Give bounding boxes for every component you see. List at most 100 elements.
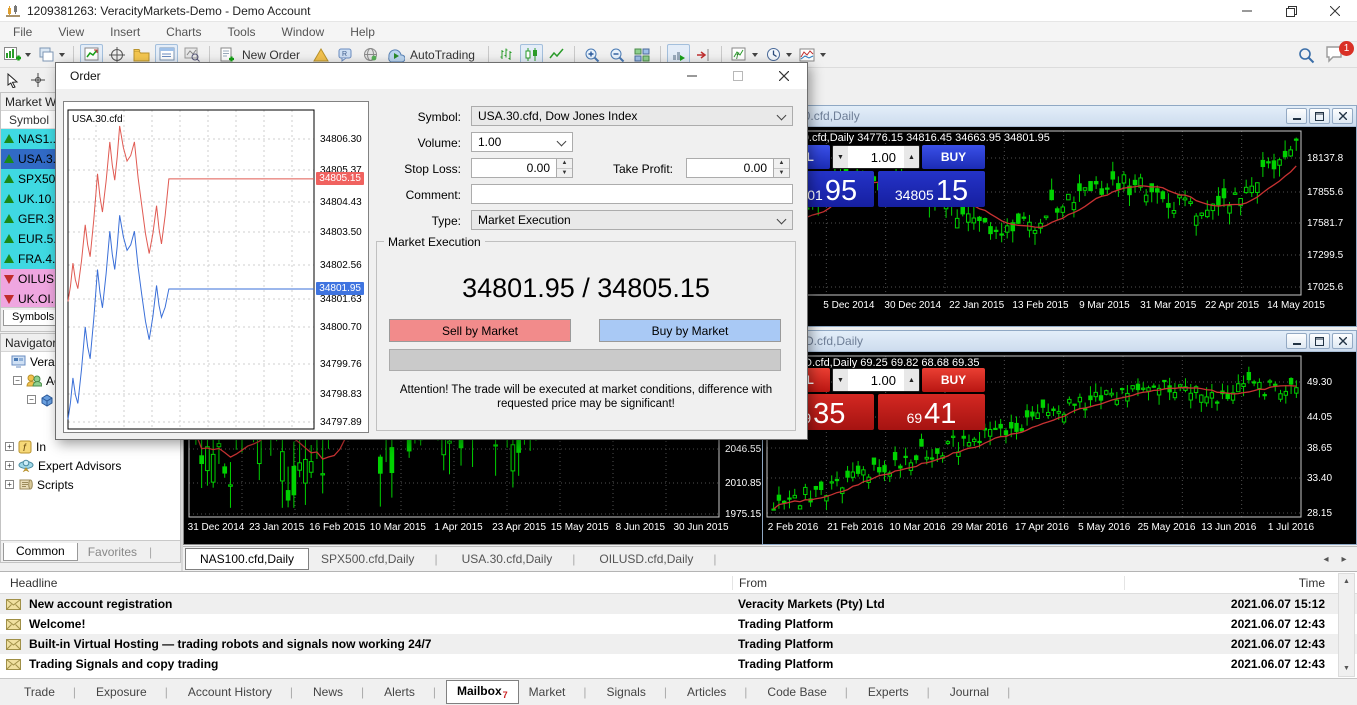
expand-icon[interactable]: + (5, 461, 14, 470)
oilusd-window-title[interactable]: OILUSD.cfd,Daily (763, 331, 1356, 352)
terminal-tab[interactable]: Mailbox7 (446, 680, 519, 704)
terminal-tab[interactable]: Account History (178, 681, 303, 703)
menu-bar: FileViewInsertChartsToolsWindowHelp (0, 22, 1357, 42)
chart-tab[interactable]: NAS100.cfd,Daily (185, 548, 309, 570)
window-restore-button[interactable] (1269, 0, 1313, 22)
terminal-tab[interactable]: Market (519, 681, 597, 703)
terminal-tab[interactable]: Signals (596, 681, 676, 703)
new-order-label[interactable]: New Order (242, 48, 300, 62)
menu-item[interactable]: Insert (97, 25, 153, 39)
terminal-tab[interactable]: Articles (677, 681, 757, 703)
templates-caret[interactable] (820, 53, 826, 57)
oilusd-chart-area[interactable]: 49.3044.0538.6533.4028.152 Feb 201621 Fe… (763, 352, 1356, 544)
terminal-tab[interactable]: Experts (858, 681, 940, 703)
window-minimize-button[interactable] (1225, 0, 1269, 22)
column-headline[interactable]: Headline (0, 576, 732, 590)
crosshair-tool-icon[interactable] (26, 69, 49, 91)
window-title: 1209381263: VeracityMarkets-Demo - Demo … (27, 4, 310, 18)
svg-text:1 Apr 2015: 1 Apr 2015 (434, 522, 483, 533)
tab-scroll-right-icon[interactable]: ▸ (1337, 551, 1351, 567)
take-profit-spinner[interactable]: ▲▼ (773, 159, 789, 177)
dialog-minimize-icon[interactable] (669, 63, 715, 89)
search-icon[interactable] (1298, 47, 1315, 64)
terminal-tab[interactable]: Trade (14, 681, 86, 703)
cursor-icon[interactable] (1, 69, 24, 91)
menu-item[interactable]: Help (337, 25, 388, 39)
stop-loss-input[interactable]: 0.00▲▼ (471, 158, 573, 178)
mail-row[interactable]: Welcome! Trading Platform 2021.06.07 12:… (0, 614, 1357, 634)
menu-item[interactable]: Charts (153, 25, 214, 39)
expand-icon[interactable]: + (5, 442, 14, 451)
volume-value[interactable]: 1.00 (848, 146, 904, 168)
tab-scroll-left-icon[interactable]: ◂ (1319, 551, 1333, 567)
mail-row[interactable]: Trading Signals and copy trading Trading… (0, 654, 1357, 674)
collapse-icon[interactable]: − (13, 376, 22, 385)
chart-tab[interactable]: SPX500.cfd,Daily (309, 549, 450, 569)
terminal-tab[interactable]: News (303, 681, 374, 703)
mail-row[interactable]: Built-in Virtual Hosting — trading robot… (0, 634, 1357, 654)
buy-by-market-button[interactable]: Buy by Market (599, 319, 781, 342)
new-chart-icon[interactable] (1, 44, 24, 66)
volume-select[interactable]: 1.00 (471, 132, 573, 152)
usa30-chart-area[interactable]: 18137.817855.617581.717299.517025.620145… (763, 127, 1356, 326)
terminal-tab[interactable]: Code Base (757, 681, 858, 703)
menu-item[interactable]: File (0, 25, 45, 39)
symbol-select[interactable]: USA.30.cfd, Dow Jones Index (471, 106, 793, 126)
volume-decrease-button[interactable]: ▼ (833, 146, 848, 168)
terminal-tab[interactable]: Exposure (86, 681, 178, 703)
svg-text:44.05: 44.05 (1307, 412, 1332, 423)
stop-loss-spinner[interactable]: ▲▼ (556, 159, 572, 177)
window-close-button[interactable] (1313, 0, 1357, 22)
new-chart-caret[interactable] (25, 53, 31, 57)
collapse-icon[interactable]: − (27, 395, 36, 404)
autotrading-label[interactable]: AutoTrading (410, 48, 475, 62)
buy-button[interactable]: BUY (922, 145, 985, 169)
volume-decrease-button[interactable]: ▼ (833, 369, 848, 391)
menu-item[interactable]: Tools (215, 25, 269, 39)
dialog-close-icon[interactable] (761, 63, 807, 89)
volume-increase-button[interactable]: ▲ (904, 369, 919, 391)
spin-down-icon: ▼ (774, 169, 789, 178)
scroll-down-icon[interactable]: ▼ (1339, 661, 1354, 676)
terminal-tab[interactable]: Journal (940, 681, 1020, 703)
column-time[interactable]: Time (1124, 576, 1357, 590)
spin-up-icon: ▲ (774, 159, 789, 169)
chart-restore-icon[interactable] (1309, 333, 1330, 349)
terminal-tab[interactable]: Alerts (374, 681, 446, 703)
usa30-window-title[interactable]: USA.30.cfd,Daily (763, 106, 1356, 127)
indicators-caret[interactable] (752, 53, 758, 57)
chart-close-icon[interactable] (1332, 333, 1353, 349)
svg-text:29 Mar 2016: 29 Mar 2016 (952, 522, 1009, 533)
chart-tab[interactable]: OILUSD.cfd,Daily (587, 549, 728, 569)
timeframes-caret[interactable] (786, 53, 792, 57)
expand-icon[interactable]: + (5, 480, 14, 489)
tab-common[interactable]: Common (3, 543, 78, 561)
comment-input[interactable] (471, 184, 793, 204)
column-from[interactable]: From (732, 576, 1124, 590)
tab-favorites[interactable]: Favorites (78, 543, 162, 561)
buy-price[interactable]: 6941 (878, 394, 985, 430)
take-profit-input[interactable]: 0.00▲▼ (686, 158, 790, 178)
volume-value[interactable]: 1.00 (848, 369, 904, 391)
menu-item[interactable]: Window (269, 25, 338, 39)
chart-restore-icon[interactable] (1309, 108, 1330, 124)
chart-minimize-icon[interactable] (1286, 108, 1307, 124)
notifications-icon[interactable]: 1 (1325, 45, 1347, 65)
navigator-item-expert-advisors[interactable]: + Expert Advisors (1, 456, 180, 475)
profiles-caret[interactable] (59, 53, 65, 57)
svg-text:25 May 2016: 25 May 2016 (1138, 522, 1196, 533)
mailbox-scrollbar[interactable]: ▲ ▼ (1338, 573, 1355, 677)
dialog-maximize-icon[interactable] (715, 63, 761, 89)
sell-by-market-button[interactable]: Sell by Market (389, 319, 571, 342)
menu-item[interactable]: View (45, 25, 97, 39)
chart-close-icon[interactable] (1332, 108, 1353, 124)
scroll-up-icon[interactable]: ▲ (1339, 574, 1354, 589)
type-select[interactable]: Market Execution (471, 210, 793, 230)
mail-row[interactable]: New account registration Veracity Market… (0, 594, 1357, 614)
volume-increase-button[interactable]: ▲ (904, 146, 919, 168)
navigator-item-scripts[interactable]: + Scripts (1, 475, 180, 494)
buy-price[interactable]: 3480515 (878, 171, 985, 207)
chart-minimize-icon[interactable] (1286, 333, 1307, 349)
chart-tab[interactable]: USA.30.cfd,Daily (450, 549, 588, 569)
buy-button[interactable]: BUY (922, 368, 985, 392)
